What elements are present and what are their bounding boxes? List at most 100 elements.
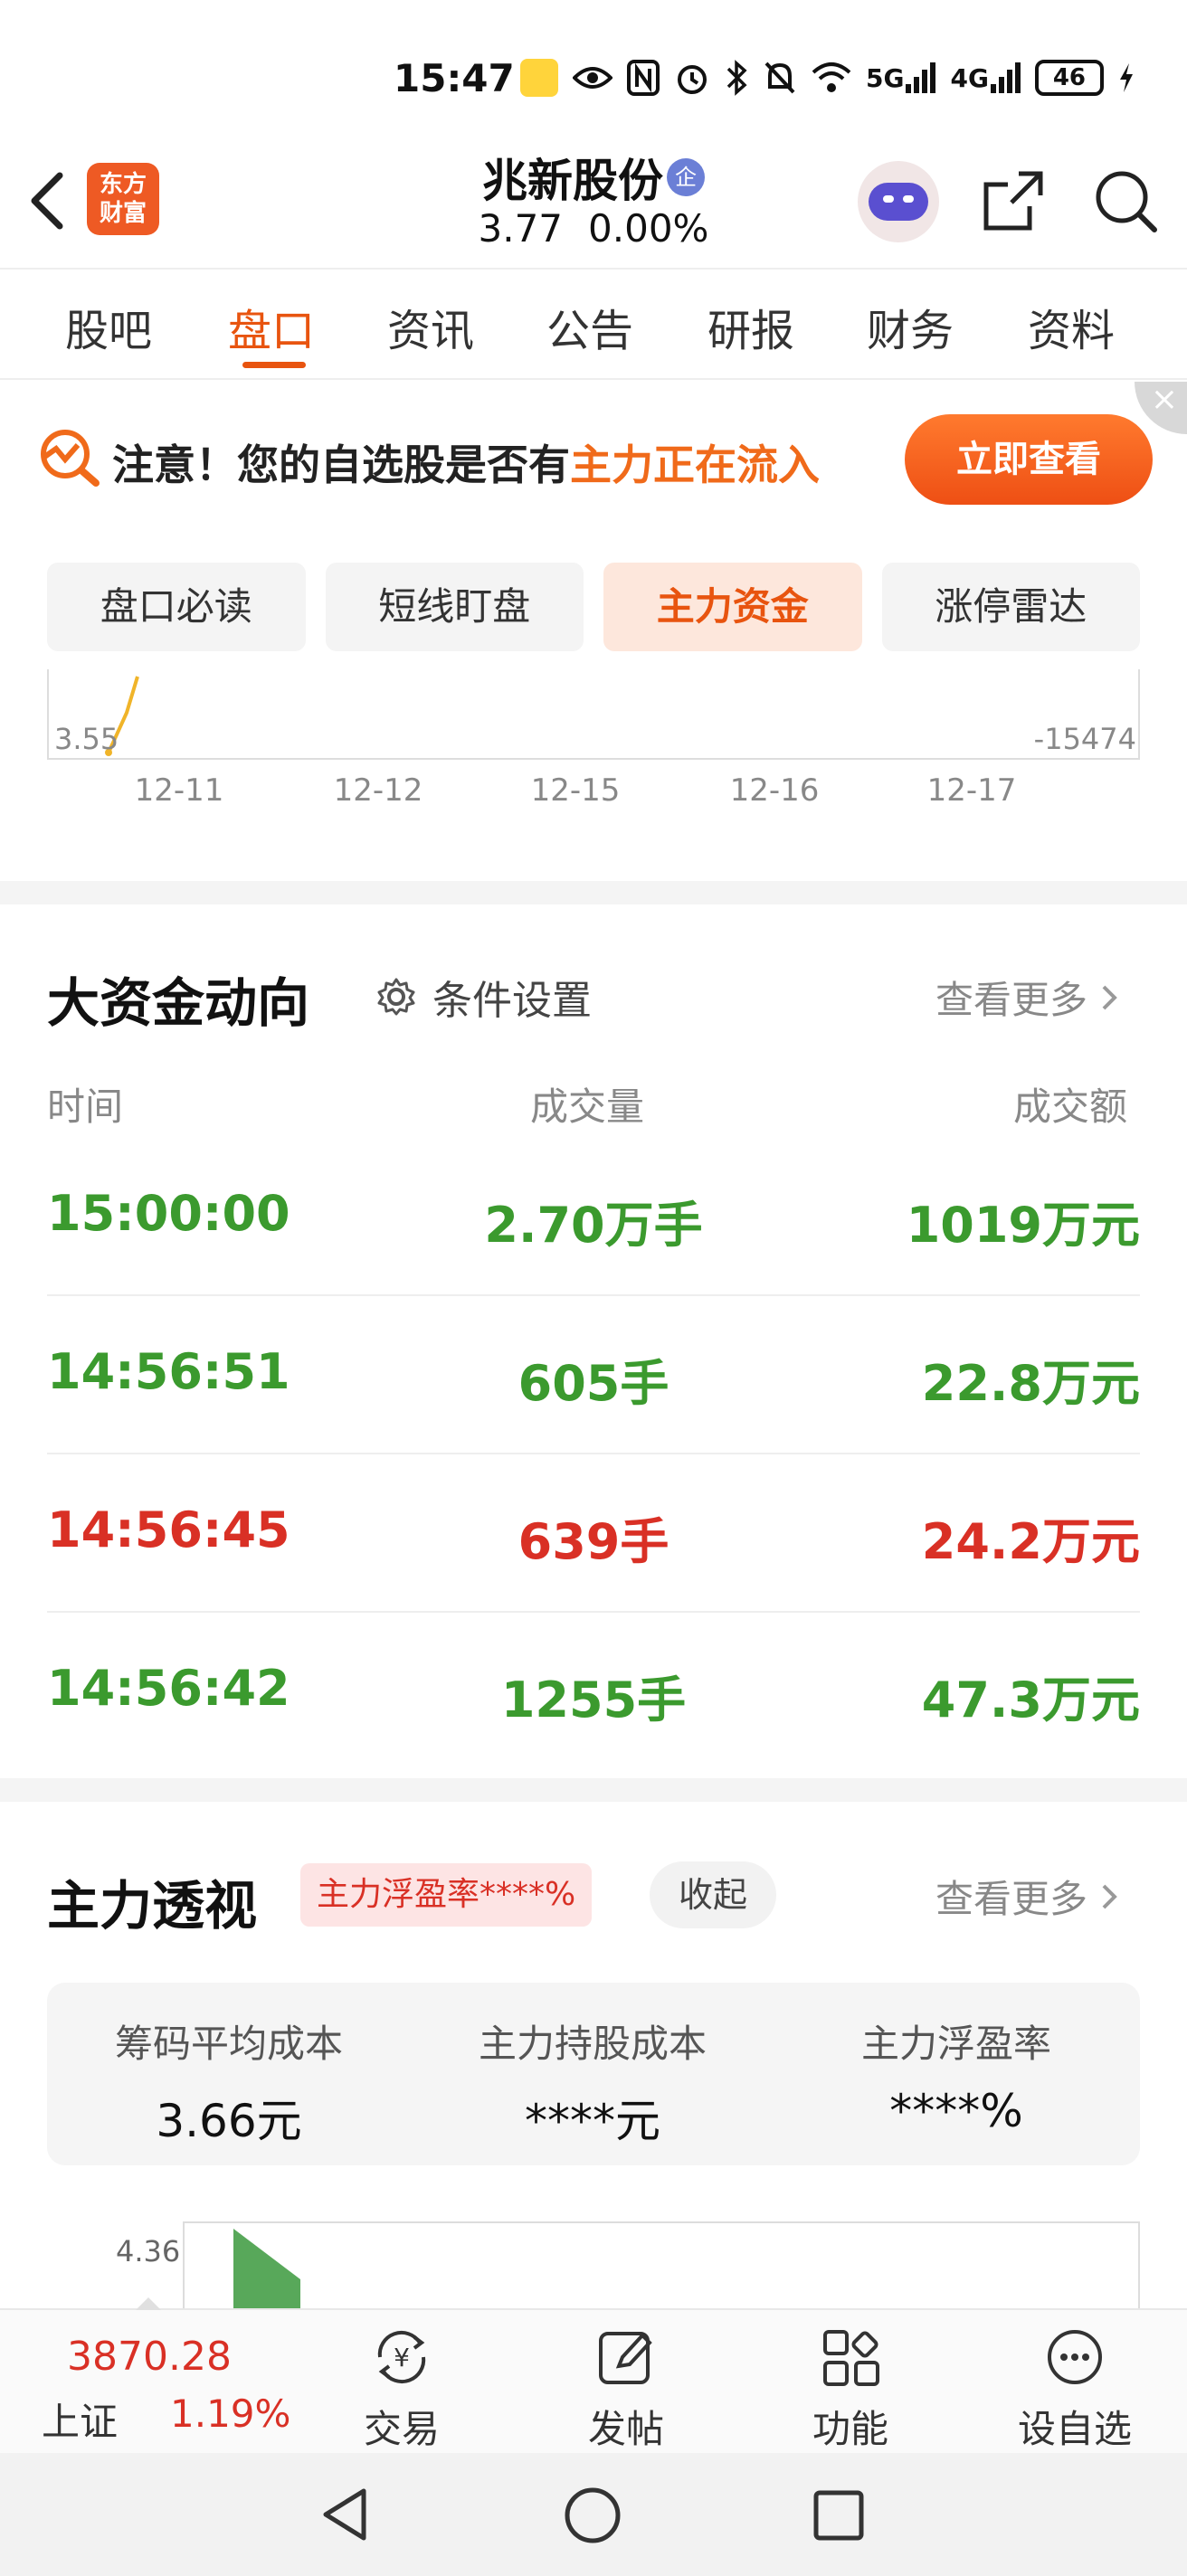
stock-change-pct: 0.00% — [588, 206, 709, 251]
bluetooth-icon — [726, 60, 747, 96]
signal-5g-icon: 5G — [866, 62, 936, 93]
app-logo-line2: 财富 — [99, 200, 147, 227]
subtab-must-read[interactable]: 盘口必读 — [47, 563, 306, 651]
index-tip-arrow — [136, 2297, 161, 2310]
chevron-right-icon — [1102, 985, 1117, 1009]
active-tab-indicator — [242, 362, 306, 368]
status-bar: 15:47 5G 4G 46 — [0, 0, 1187, 136]
share-icon[interactable] — [979, 166, 1048, 235]
subtab-short-term[interactable]: 短线盯盘 — [325, 563, 584, 651]
chart-top-price-label: 4.36 — [116, 2234, 181, 2268]
capital-flow-chart: 3.55 -15474 12-11 12-12 12-15 12-16 12-1… — [47, 669, 1140, 814]
charging-icon — [1119, 63, 1133, 92]
gear-icon — [377, 978, 415, 1016]
app-logo[interactable]: 东方 财富 — [87, 163, 159, 235]
cost-value: 3.66元 — [156, 2095, 302, 2147]
stock-quote: 3.77 0.00% — [452, 206, 735, 251]
tab-announcements[interactable]: 公告 — [546, 295, 633, 358]
functions-button[interactable]: 功能 — [778, 2323, 923, 2454]
nav-back-icon[interactable] — [317, 2486, 376, 2543]
chart-frame — [183, 2221, 1140, 2312]
column-header-amount: 成交额 — [1013, 1084, 1128, 1129]
functions-label: 功能 — [812, 2407, 888, 2451]
enterprise-badge: 企 — [667, 158, 705, 196]
back-icon[interactable] — [24, 168, 69, 233]
main-holding-cost: 主力持股成本 ****元 — [411, 2013, 774, 2150]
chart-date-label: 12-16 — [729, 772, 820, 809]
promo-close-button[interactable]: × — [1135, 382, 1187, 434]
trend-search-icon — [41, 430, 100, 487]
tab-finance[interactable]: 财务 — [867, 295, 954, 358]
cost-summary-card: 筹码平均成本 3.66元 主力持股成本 ****元 主力浮盈率 ****% — [47, 1983, 1140, 2165]
table-row[interactable]: 14:56:51 605手 22.8万元 — [47, 1296, 1140, 1454]
table-row[interactable]: 15:00:00 2.70万手 1019万元 — [47, 1138, 1140, 1296]
section-divider — [0, 1778, 1187, 1802]
post-button[interactable]: 发帖 — [554, 2323, 698, 2454]
chevron-right-icon — [1102, 1884, 1117, 1908]
chip-distribution-area — [233, 2229, 300, 2312]
wifi-icon — [812, 62, 851, 92]
index-change-pct[interactable]: 1.19% — [170, 2391, 290, 2436]
tab-research[interactable]: 研报 — [707, 295, 794, 358]
bottom-toolbar: 3870.28 上证 1.19% ¥ 交易 发帖 功能 设自选 — [0, 2297, 1187, 2454]
tab-profile[interactable]: 资料 — [1028, 295, 1115, 358]
chart-date-label: 12-17 — [926, 772, 1017, 809]
add-watchlist-button[interactable]: 设自选 — [1002, 2323, 1147, 2454]
main-floating-profit-rate: 主力浮盈率 ****% — [774, 2013, 1138, 2137]
main-force-see-more[interactable]: 查看更多 — [935, 1869, 1120, 1924]
network-4g-label: 4G — [950, 63, 989, 93]
main-force-profit-badge[interactable]: 主力浮盈率****% — [300, 1863, 593, 1927]
apps-icon — [823, 2330, 879, 2386]
network-5g-label: 5G — [866, 63, 905, 93]
trade-button[interactable]: ¥ 交易 — [329, 2323, 474, 2454]
stock-price: 3.77 — [478, 206, 564, 251]
stock-name: 兆新股份 — [482, 155, 663, 207]
chart-date-label: 12-15 — [530, 772, 621, 809]
ai-assistant-avatar[interactable] — [858, 161, 939, 242]
row-amount: 22.8万元 — [921, 1355, 1140, 1412]
nfc-icon — [627, 60, 660, 96]
condition-settings-label: 条件设置 — [432, 978, 592, 1024]
chart-left-axis-label: 3.55 — [54, 722, 119, 756]
post-icon — [599, 2332, 652, 2384]
battery-icon: 46 — [1034, 60, 1104, 96]
stock-header: 东方 财富 兆新股份企 3.77 0.00% — [0, 136, 1187, 270]
cost-value: ****元 — [525, 2095, 660, 2147]
see-more-label: 查看更多 — [935, 978, 1088, 1022]
promo-banner[interactable]: 注意！您的自选股是否有主力正在流入 立即查看 × — [0, 382, 1187, 532]
eye-icon — [573, 67, 612, 89]
mute-icon — [764, 62, 795, 94]
big-capital-see-more[interactable]: 查看更多 — [935, 970, 1120, 1025]
promo-view-button[interactable]: 立即查看 — [905, 414, 1153, 505]
index-name[interactable]: 上证 — [42, 2391, 118, 2447]
nav-recent-apps-icon[interactable] — [812, 2489, 865, 2542]
row-amount: 24.2万元 — [921, 1513, 1140, 1570]
nav-home-icon[interactable] — [563, 2486, 622, 2545]
tab-pankou[interactable]: 盘口 — [228, 295, 315, 358]
search-icon[interactable] — [1091, 166, 1160, 235]
row-amount: 47.3万元 — [921, 1672, 1140, 1728]
promo-text: 注意！您的自选股是否有主力正在流入 — [112, 432, 820, 492]
column-header-volume: 成交量 — [530, 1084, 645, 1129]
stock-title: 兆新股份企 — [452, 145, 735, 210]
tab-guba[interactable]: 股吧 — [65, 295, 152, 358]
collapse-button[interactable]: 收起 — [650, 1861, 776, 1928]
status-icons: 5G 4G 46 — [520, 54, 1135, 101]
table-row[interactable]: 14:56:45 639手 24.2万元 — [47, 1454, 1140, 1613]
big-capital-title: 大资金动向 — [47, 972, 310, 1034]
more-icon — [1048, 2330, 1102, 2384]
pankou-subtabs: 盘口必读 短线盯盘 主力资金 涨停雷达 — [47, 563, 1140, 651]
chart-date-label: 12-11 — [134, 772, 224, 809]
status-time: 15:47 — [394, 56, 515, 100]
chart-date-label: 12-12 — [333, 772, 423, 809]
subtab-limit-up-radar[interactable]: 涨停雷达 — [881, 563, 1140, 651]
robot-icon — [869, 183, 928, 221]
table-row[interactable]: 14:56:42 1255手 47.3万元 — [47, 1613, 1140, 1771]
subtab-main-capital[interactable]: 主力资金 — [603, 563, 862, 651]
index-value[interactable]: 3870.28 — [67, 2334, 232, 2380]
chart-line — [105, 676, 139, 756]
condition-settings-button[interactable]: 条件设置 — [376, 968, 592, 1026]
promo-text-highlight: 主力正在流入 — [570, 440, 820, 489]
cost-label: 筹码平均成本 — [114, 2022, 343, 2066]
tab-news[interactable]: 资讯 — [387, 295, 474, 358]
